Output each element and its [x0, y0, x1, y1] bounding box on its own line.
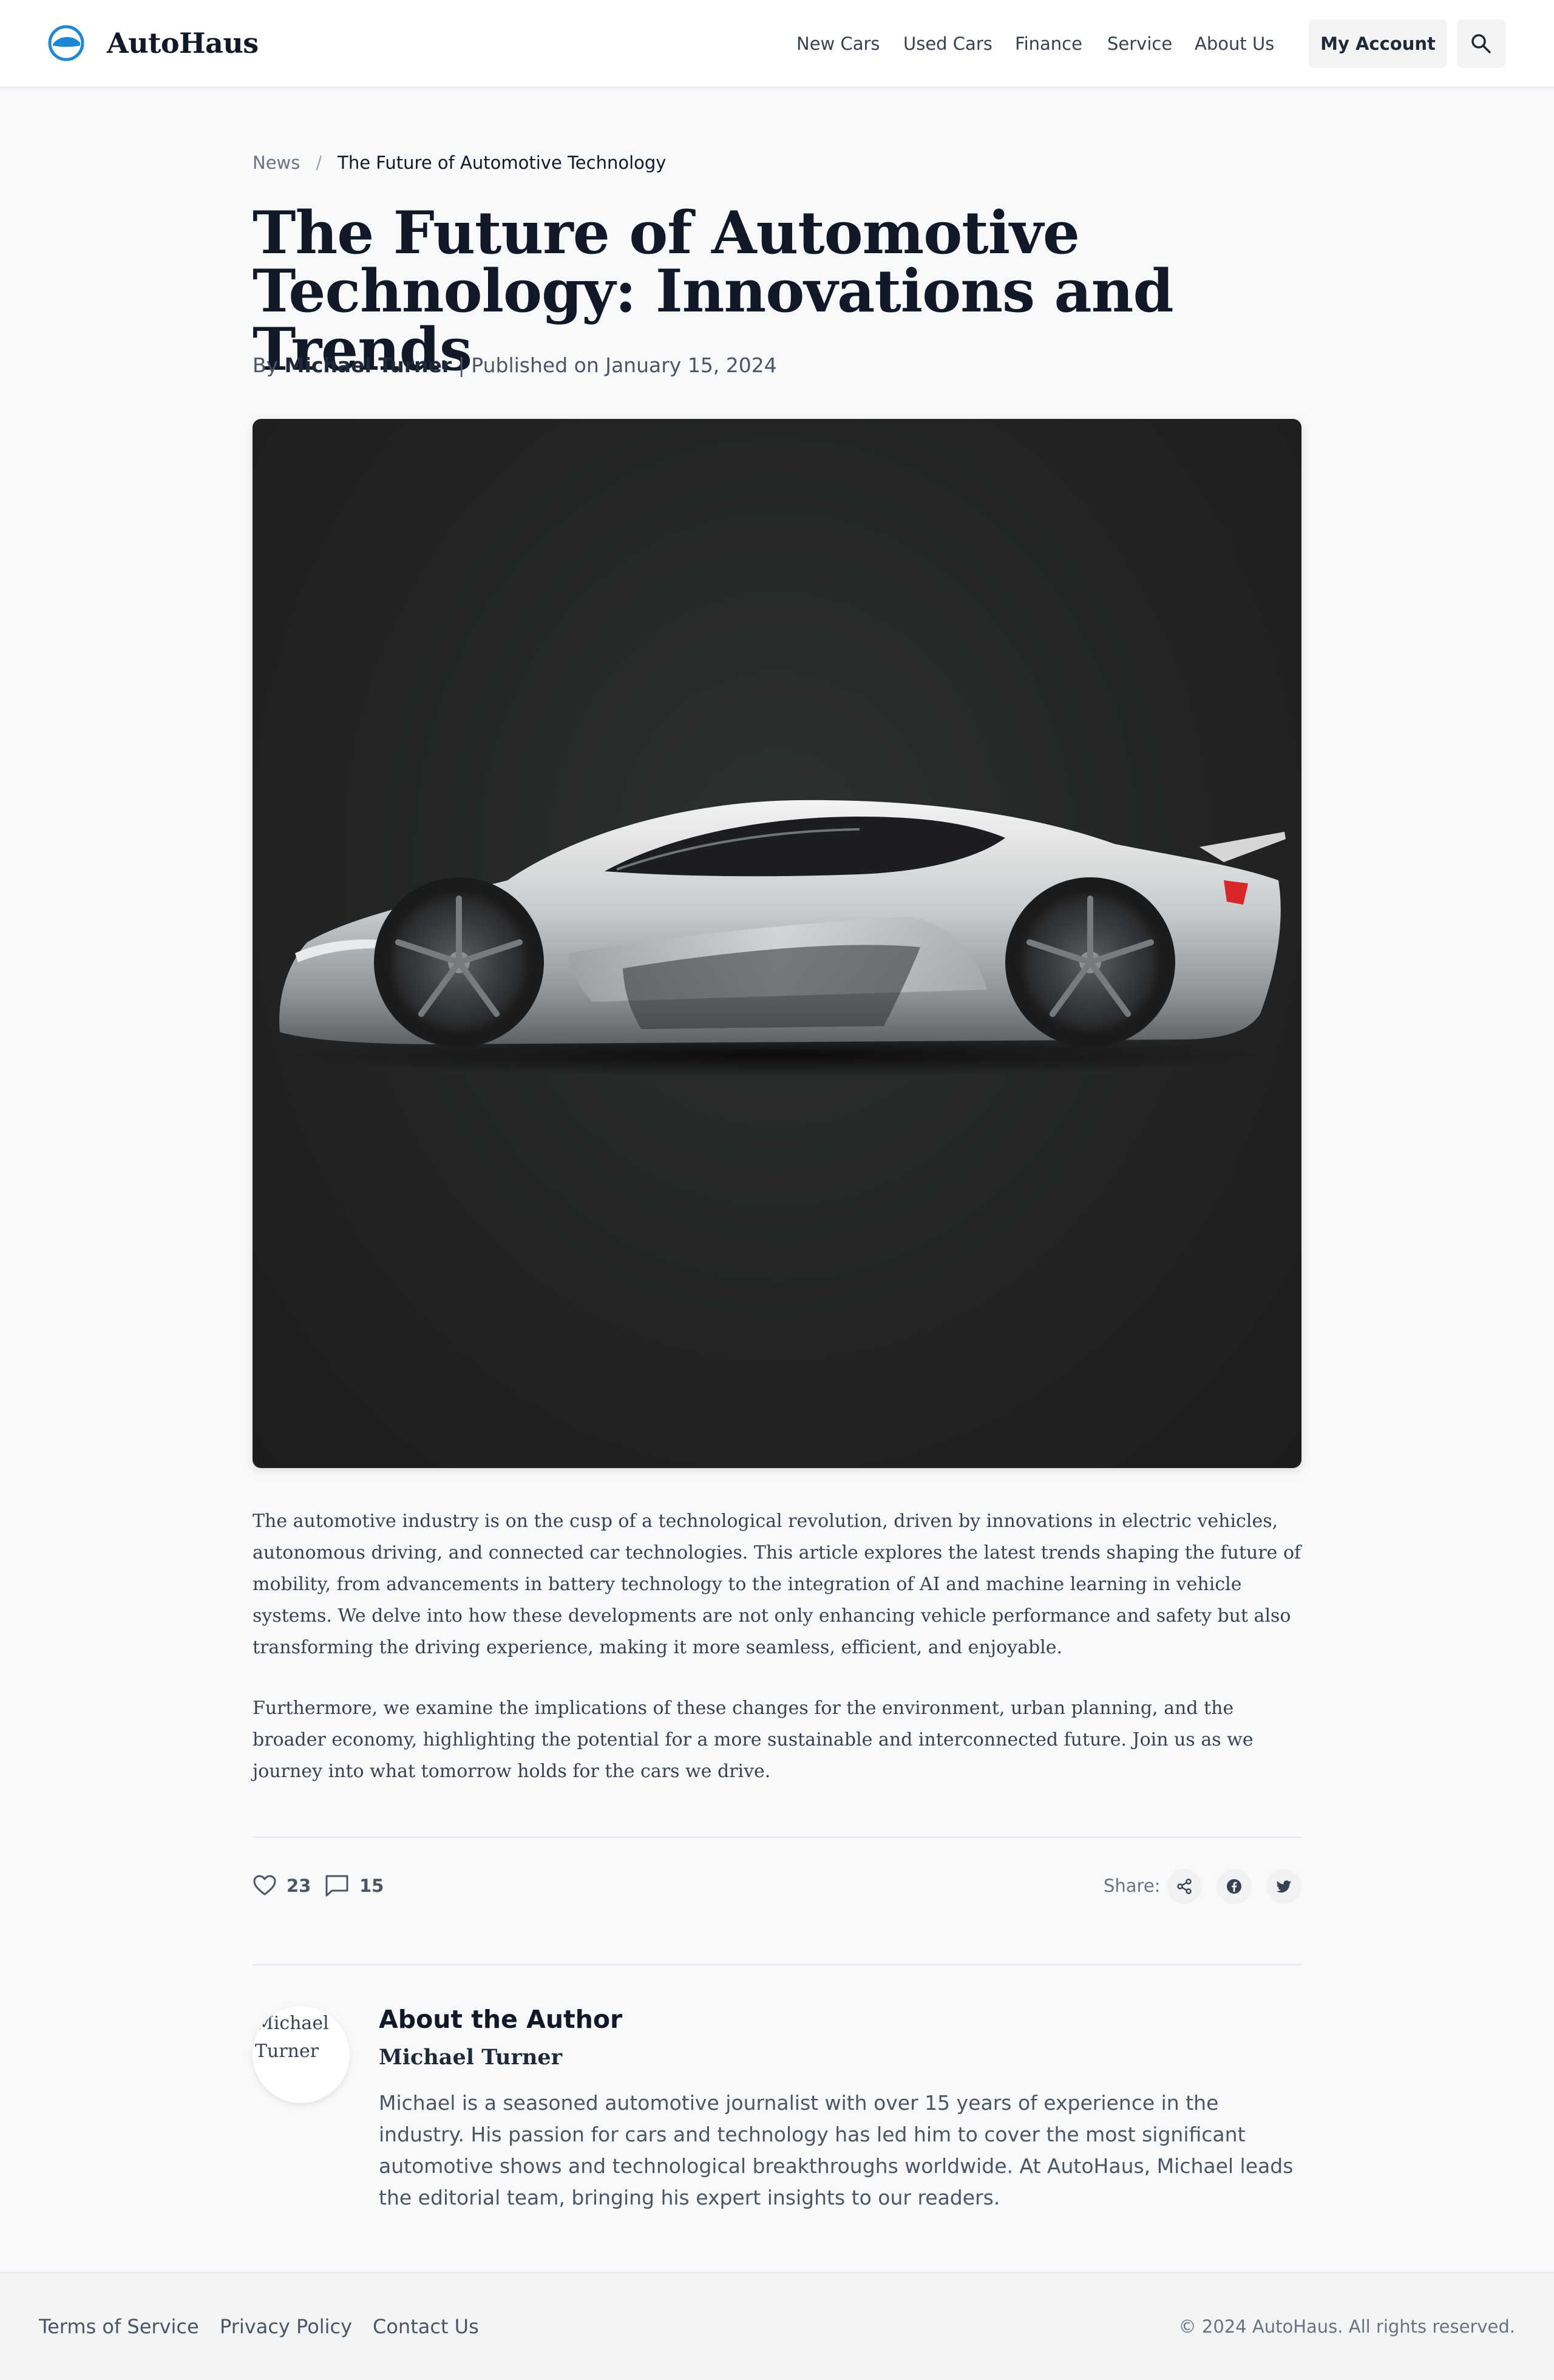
- author-section-heading: About the Author: [379, 2005, 623, 2034]
- heart-icon[interactable]: [253, 1874, 277, 1898]
- site-footer: Terms of Service Privacy Policy Contact …: [0, 2272, 1554, 2380]
- nav-about-us[interactable]: About Us: [1195, 30, 1274, 57]
- article-byline: By Michael Turner | Published on January…: [253, 351, 777, 380]
- divider: [253, 1964, 1301, 1965]
- footer-contact-link[interactable]: Contact Us: [373, 2312, 479, 2341]
- avatar-alt-text: Michael Turner: [255, 2013, 329, 2062]
- breadcrumb-separator: /: [316, 152, 322, 173]
- search-icon: [1471, 34, 1491, 53]
- author-avatar: Michael Turner: [253, 2006, 350, 2103]
- share-button[interactable]: [1167, 1869, 1202, 1904]
- copyright-text: © 2024 AutoHaus. All rights reserved.: [1178, 2316, 1515, 2337]
- nav-service[interactable]: Service: [1107, 30, 1172, 57]
- byline-author[interactable]: Michael Turner: [285, 353, 452, 377]
- comment-count: 15: [359, 1875, 384, 1896]
- breadcrumb-news-link[interactable]: News: [253, 152, 300, 173]
- nav-new-cars[interactable]: New Cars: [796, 30, 880, 57]
- facebook-icon: [1227, 1879, 1241, 1894]
- breadcrumb-current: The Future of Automotive Technology: [338, 152, 667, 173]
- comment-icon[interactable]: [324, 1874, 350, 1898]
- search-button[interactable]: [1457, 19, 1505, 68]
- engagement-bar: 23 15 Share:: [253, 1869, 1301, 1905]
- twitter-share-button[interactable]: [1266, 1869, 1301, 1904]
- facebook-share-button[interactable]: [1216, 1869, 1252, 1904]
- byline-published-date: Published on January 15, 2024: [471, 353, 777, 377]
- footer-privacy-link[interactable]: Privacy Policy: [220, 2312, 352, 2341]
- nav-finance[interactable]: Finance: [1015, 30, 1082, 57]
- breadcrumb: News / The Future of Automotive Technology: [253, 148, 666, 177]
- article-paragraph: Furthermore, we examine the implications…: [253, 1698, 1254, 1782]
- byline-prefix: By: [253, 353, 279, 377]
- my-account-button[interactable]: My Account: [1309, 19, 1447, 68]
- author-bio: Michael is a seasoned automotive journal…: [379, 2091, 1294, 2209]
- divider: [253, 1837, 1301, 1838]
- share-icon: [1177, 1878, 1192, 1894]
- byline-separator: |: [458, 353, 465, 377]
- sports-car-illustration: [279, 800, 1286, 1077]
- article-paragraph: The automotive industry is on the cusp o…: [253, 1511, 1301, 1658]
- twitter-icon: [1276, 1880, 1291, 1893]
- nav-used-cars[interactable]: Used Cars: [903, 30, 992, 57]
- author-name: Michael Turner: [379, 2045, 563, 2070]
- footer-terms-link[interactable]: Terms of Service: [39, 2312, 199, 2341]
- like-count: 23: [287, 1875, 311, 1896]
- site-header: AutoHaus New Cars Used Cars Finance Serv…: [0, 0, 1554, 88]
- hero-image: [253, 419, 1301, 1468]
- share-label: Share:: [1104, 1875, 1161, 1896]
